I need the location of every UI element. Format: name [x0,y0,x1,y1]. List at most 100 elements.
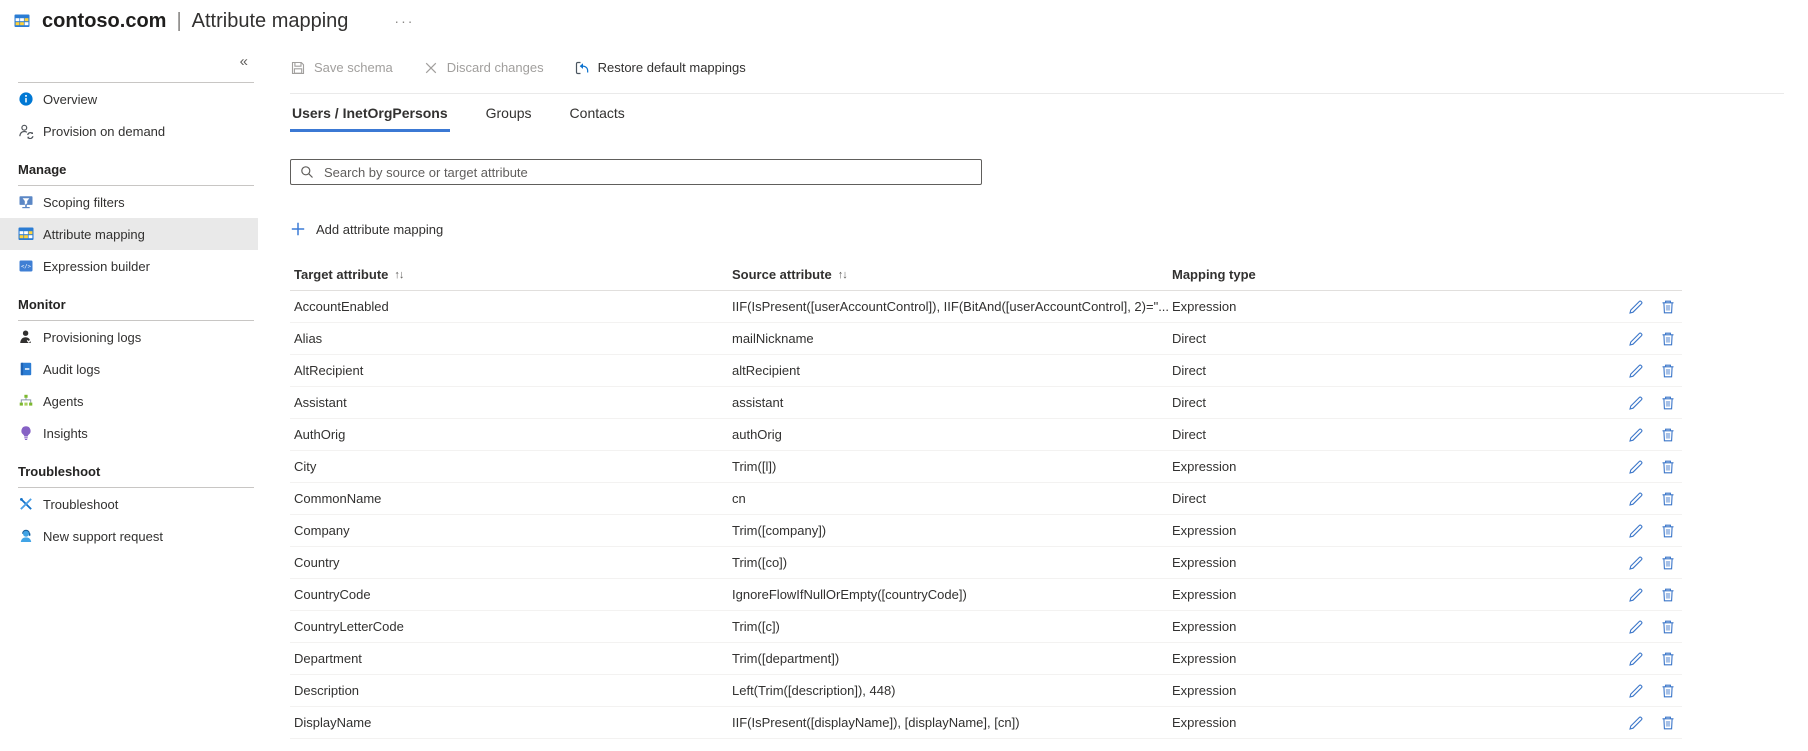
target-attribute-cell: CommonName [290,491,732,506]
table-row[interactable]: CountryTrim([co])Expression [290,547,1682,579]
table-row[interactable]: DepartmentTrim([department])Expression [290,643,1682,675]
edit-mapping-button[interactable] [1628,683,1644,699]
delete-mapping-button[interactable] [1660,651,1676,667]
discard-changes-button[interactable]: Discard changes [423,60,544,76]
mapping-type-cell: Expression [1172,555,1612,570]
save-icon [290,60,306,76]
edit-mapping-button[interactable] [1628,523,1644,539]
table-row[interactable]: DisplayNameIIF(IsPresent([displayName]),… [290,707,1682,739]
tab-contacts[interactable]: Contacts [568,96,627,132]
table-row[interactable]: CountryCodeIgnoreFlowIfNullOrEmpty([coun… [290,579,1682,611]
delete-icon [1660,331,1676,347]
edit-mapping-button[interactable] [1628,715,1644,731]
row-actions [1612,619,1682,635]
mapping-type-cell: Expression [1172,587,1612,602]
sidebar-item-provisioning-logs[interactable]: Provisioning logs [0,321,258,353]
delete-mapping-button[interactable] [1660,523,1676,539]
delete-mapping-button[interactable] [1660,459,1676,475]
sidebar-item-scoping-filters[interactable]: Scoping filters [0,186,258,218]
delete-icon [1660,587,1676,603]
page-title: contoso.com | Attribute mapping [42,10,348,33]
edit-icon [1628,523,1644,539]
add-attribute-mapping-button[interactable]: Add attribute mapping [290,221,1784,237]
table-row[interactable]: DescriptionLeft(Trim([description]), 448… [290,675,1682,707]
sidebar-item-expression-builder[interactable]: </>Expression builder [0,250,258,282]
delete-mapping-button[interactable] [1660,363,1676,379]
more-options-icon[interactable]: ··· [394,16,414,26]
row-actions [1612,331,1682,347]
edit-mapping-button[interactable] [1628,299,1644,315]
edit-icon [1628,587,1644,603]
row-actions [1612,523,1682,539]
table-row[interactable]: AccountEnabledIIF(IsPresent([userAccount… [290,291,1682,323]
sidebar-item-provision-on-demand[interactable]: Provision on demand [0,115,258,147]
table-row[interactable]: AuthOrigauthOrigDirect [290,419,1682,451]
column-header-target-attribute[interactable]: Target attribute ↑↓ [290,267,732,282]
add-icon [290,221,306,237]
edit-mapping-button[interactable] [1628,619,1644,635]
table-row[interactable]: AssistantassistantDirect [290,387,1682,419]
row-actions [1612,491,1682,507]
audit-logs-icon [18,361,34,377]
edit-mapping-button[interactable] [1628,331,1644,347]
search-box[interactable] [290,159,982,185]
sidebar-item-audit-logs[interactable]: Audit logs [0,353,258,385]
agents-icon [18,393,34,409]
delete-mapping-button[interactable] [1660,427,1676,443]
column-header-source-attribute[interactable]: Source attribute ↑↓ [732,267,1172,282]
delete-mapping-button[interactable] [1660,683,1676,699]
sidebar-item-label: Audit logs [43,362,100,377]
restore-icon [574,60,590,76]
source-attribute-cell: Trim([c]) [732,619,1172,634]
edit-mapping-button[interactable] [1628,459,1644,475]
delete-mapping-button[interactable] [1660,587,1676,603]
edit-mapping-button[interactable] [1628,427,1644,443]
restore-default-mappings-button[interactable]: Restore default mappings [574,60,746,76]
source-attribute-cell: IgnoreFlowIfNullOrEmpty([countryCode]) [732,587,1172,602]
source-attribute-cell: IIF(IsPresent([displayName]), [displayNa… [732,715,1172,730]
sidebar: « OverviewProvision on demandManageScopi… [0,42,258,751]
delete-mapping-button[interactable] [1660,619,1676,635]
delete-icon [1660,619,1676,635]
save-schema-button[interactable]: Save schema [290,60,393,76]
sidebar-item-agents[interactable]: Agents [0,385,258,417]
search-input[interactable] [322,164,973,181]
table-row[interactable]: CommonNamecnDirect [290,483,1682,515]
delete-mapping-button[interactable] [1660,299,1676,315]
table-row[interactable]: CityTrim([l])Expression [290,451,1682,483]
edit-mapping-button[interactable] [1628,587,1644,603]
table-row[interactable]: AliasmailNicknameDirect [290,323,1682,355]
sort-icon: ↑↓ [394,269,403,281]
delete-mapping-button[interactable] [1660,491,1676,507]
collapse-sidebar-icon[interactable]: « [240,54,248,74]
edit-mapping-button[interactable] [1628,363,1644,379]
tab-users-inetorgpersons[interactable]: Users / InetOrgPersons [290,96,450,132]
info-icon [18,91,34,107]
delete-mapping-button[interactable] [1660,715,1676,731]
sidebar-item-attribute-mapping[interactable]: Attribute mapping [0,218,258,250]
attribute-mapping-page: contoso.com | Attribute mapping ··· « Ov… [0,0,1808,751]
table-row[interactable]: AltRecipientaltRecipientDirect [290,355,1682,387]
delete-icon [1660,491,1676,507]
resource-name: contoso.com [42,10,166,33]
mapping-type-cell: Expression [1172,651,1612,666]
sidebar-item-label: Troubleshoot [43,497,118,512]
edit-icon [1628,683,1644,699]
delete-icon [1660,427,1676,443]
table-row[interactable]: CountryLetterCodeTrim([c])Expression [290,611,1682,643]
delete-mapping-button[interactable] [1660,395,1676,411]
delete-mapping-button[interactable] [1660,331,1676,347]
row-actions [1612,651,1682,667]
edit-mapping-button[interactable] [1628,651,1644,667]
sidebar-item-insights[interactable]: Insights [0,417,258,449]
tab-groups[interactable]: Groups [484,96,534,132]
sidebar-item-overview[interactable]: Overview [0,83,258,115]
sidebar-item-troubleshoot[interactable]: Troubleshoot [0,488,258,520]
table-row[interactable]: CompanyTrim([company])Expression [290,515,1682,547]
edit-mapping-button[interactable] [1628,555,1644,571]
edit-mapping-button[interactable] [1628,395,1644,411]
sidebar-item-new-support-request[interactable]: New support request [0,520,258,552]
delete-mapping-button[interactable] [1660,555,1676,571]
target-attribute-cell: Country [290,555,732,570]
edit-mapping-button[interactable] [1628,491,1644,507]
